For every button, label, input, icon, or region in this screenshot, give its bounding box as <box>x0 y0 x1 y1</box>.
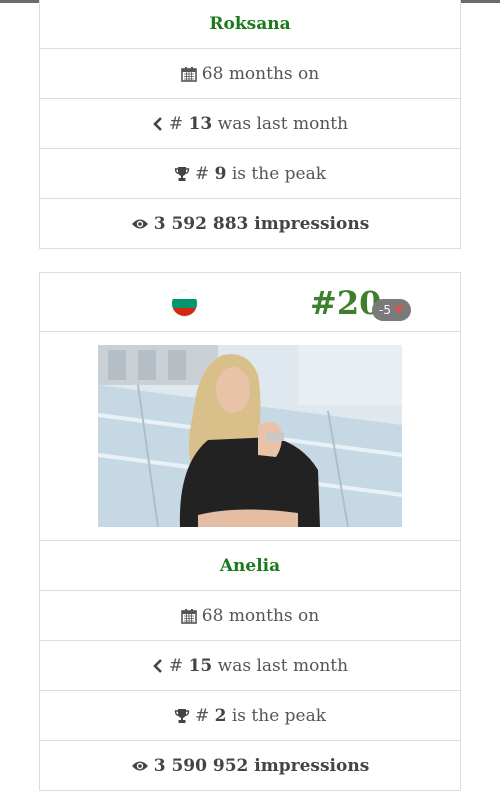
last-month-rank: 15 <box>188 655 213 676</box>
months-on-text: 68 months on <box>201 63 320 84</box>
peak-prefix: # <box>194 163 215 184</box>
last-month-suffix: was last month <box>212 113 349 134</box>
model-card-anelia: #20 -5 Anelia 68 months on # 15 was last… <box>39 272 461 791</box>
bulgaria-flag-icon <box>172 291 197 316</box>
model-name[interactable]: Roksana <box>209 14 290 34</box>
rank-number: #20 <box>310 284 382 322</box>
months-row: 68 months on <box>40 49 460 99</box>
impressions-row: 3 590 952 impressions <box>40 741 460 791</box>
name-row: Anelia <box>40 541 460 591</box>
impressions-count: 3 590 952 impressions <box>153 755 370 776</box>
eye-icon <box>131 759 149 773</box>
model-card-roksana: Roksana 68 months on # 13 was last month… <box>39 0 461 249</box>
eye-icon <box>131 217 149 231</box>
rank-change-value: -5 <box>379 303 391 317</box>
calendar-icon <box>180 608 197 624</box>
rank-change-badge: -5 <box>372 299 411 321</box>
peak-prefix: # <box>194 705 215 726</box>
months-on-text: 68 months on <box>201 605 320 626</box>
impressions-row: 3 592 883 impressions <box>40 199 460 249</box>
last-month-suffix: was last month <box>212 655 349 676</box>
last-month-rank: 13 <box>188 113 213 134</box>
peak-suffix: is the peak <box>226 163 327 184</box>
peak-rank: 2 <box>214 705 227 726</box>
peak-suffix: is the peak <box>226 705 327 726</box>
arrow-down-icon <box>393 306 404 314</box>
model-photo[interactable] <box>98 345 402 527</box>
model-name[interactable]: Anelia <box>220 556 280 576</box>
chevron-left-icon <box>152 116 164 132</box>
peak-row: # 9 is the peak <box>40 149 460 199</box>
chevron-left-icon <box>152 658 164 674</box>
impressions-count: 3 592 883 impressions <box>153 213 370 234</box>
months-row: 68 months on <box>40 591 460 641</box>
last-month-row: # 13 was last month <box>40 99 460 149</box>
photo-row <box>40 332 460 541</box>
peak-row: # 2 is the peak <box>40 691 460 741</box>
card-header: #20 -5 <box>40 273 460 332</box>
name-row: Roksana <box>40 0 460 49</box>
last-month-prefix: # <box>168 113 189 134</box>
trophy-icon <box>174 166 190 182</box>
trophy-icon <box>174 708 190 724</box>
last-month-row: # 15 was last month <box>40 641 460 691</box>
last-month-prefix: # <box>168 655 189 676</box>
peak-rank: 9 <box>214 163 227 184</box>
calendar-icon <box>180 66 197 82</box>
